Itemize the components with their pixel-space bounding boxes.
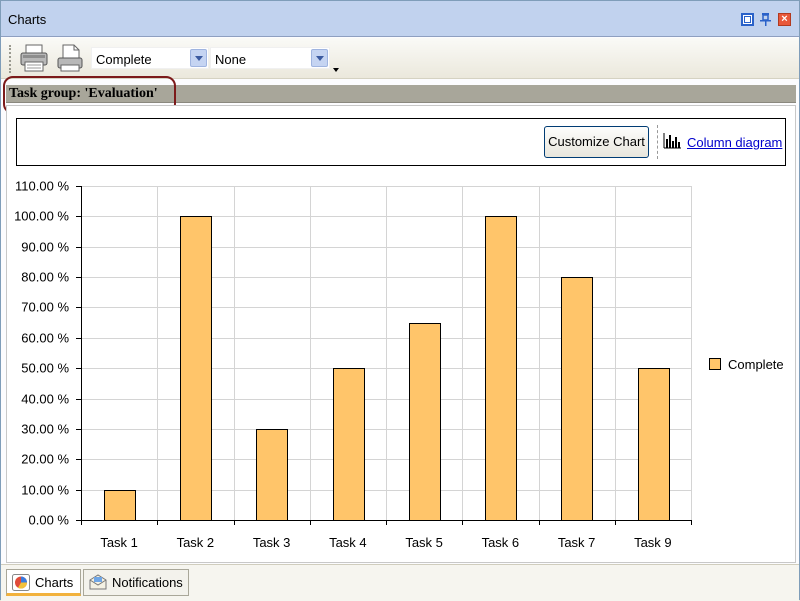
bar [409, 323, 441, 521]
legend-label: Complete [728, 357, 784, 372]
tab-notifications[interactable]: Notifications [83, 569, 189, 596]
y-tick-label: 90.00 % [21, 240, 69, 255]
x-tick-label: Task 3 [253, 535, 291, 550]
x-tick-label: Task 1 [100, 535, 138, 550]
tab-charts[interactable]: Charts [6, 569, 81, 596]
x-tick-label: Task 9 [634, 535, 672, 550]
y-tick-label: 100.00 % [14, 209, 69, 224]
y-tick-label: 110.00 % [15, 179, 69, 194]
y-tick-label: 30.00 % [21, 422, 69, 437]
y-tick-label: 70.00 % [21, 300, 69, 315]
bar [180, 216, 212, 521]
chart-pie-icon [12, 574, 30, 591]
x-tick-label: Task 4 [329, 535, 367, 550]
x-tick-label: Task 6 [482, 535, 520, 550]
y-tick-label: 40.00 % [21, 392, 69, 407]
charts-window: Charts × Complete None Task group: 'Eval… [0, 0, 800, 601]
x-tick-label: Task 5 [405, 535, 443, 550]
bar [104, 490, 136, 521]
bar [638, 368, 670, 521]
y-tick-label: 60.00 % [21, 331, 69, 346]
bar-chart: 0.00 % 10.00 % 20.00 % 30.00 % 40.00 % 50.00 … [14, 179, 692, 550]
x-tick-label: Task 2 [177, 535, 215, 550]
tab-notifications-label: Notifications [112, 575, 183, 590]
y-tick-label: 50.00 % [21, 361, 69, 376]
legend-swatch [709, 358, 721, 370]
bar [561, 277, 593, 521]
y-tick-label: 10.00 % [21, 483, 69, 498]
bar [256, 429, 288, 521]
y-tick-label: 80.00 % [21, 270, 69, 285]
tab-charts-label: Charts [35, 575, 74, 590]
bar [485, 216, 517, 521]
y-tick-label: 0.00 % [29, 513, 70, 528]
envelope-icon [89, 574, 107, 591]
bar [333, 368, 365, 521]
x-tick-label: Task 7 [558, 535, 596, 550]
y-tick-label: 20.00 % [21, 452, 69, 467]
